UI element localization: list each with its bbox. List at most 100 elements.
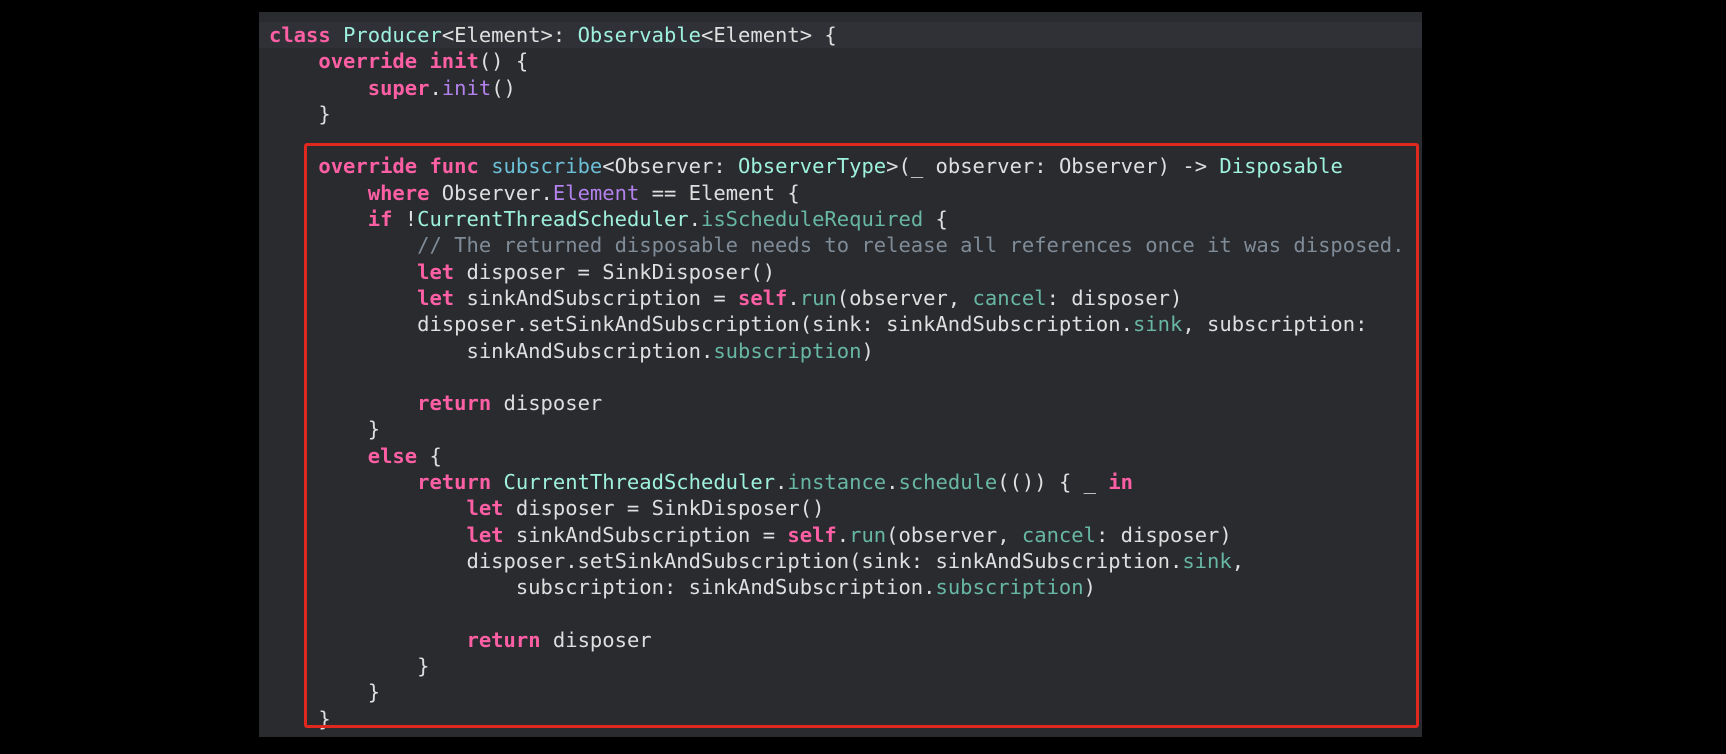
code-token: . <box>886 470 899 495</box>
code-line: let sinkAndSubscription = self.run(obser… <box>269 285 1404 311</box>
code-line: sinkAndSubscription.subscription) <box>269 338 1404 364</box>
code-line: } <box>269 679 1404 705</box>
code-token: sinkAndSubscription = <box>454 285 739 310</box>
code-token: sink <box>1132 312 1183 337</box>
code-token: if <box>367 207 393 232</box>
code-token: sink <box>1182 548 1232 573</box>
code-token: (observer, <box>886 522 1022 547</box>
code-line: where Observer.Element == Element { <box>269 180 1404 206</box>
code-line: disposer.setSinkAndSubscription(sink: si… <box>269 311 1404 337</box>
code-token: run <box>849 522 887 547</box>
code-line: } <box>269 706 1404 732</box>
code-token: . <box>688 207 701 232</box>
code-token: . <box>787 285 800 310</box>
code-token: ! <box>392 207 418 232</box>
code-editor: class Producer<Element>: Observable<Elem… <box>259 12 1422 737</box>
code-token: return <box>466 627 541 652</box>
code-token: // The returned disposable needs to rele… <box>417 233 1405 258</box>
code-token: ) <box>1083 575 1096 600</box>
code-token: return <box>417 470 492 495</box>
code-token: let <box>417 259 455 284</box>
code-token: disposer = SinkDisposer() <box>503 496 825 521</box>
code-token: , <box>1231 548 1245 573</box>
code-line: return disposer <box>269 390 1404 416</box>
code-line: if !CurrentThreadScheduler.isScheduleReq… <box>269 206 1404 232</box>
code-token: } <box>269 680 381 705</box>
code-token: ObserverType <box>738 154 887 179</box>
code-token: cancel <box>1021 522 1096 547</box>
code-token: <Element> { <box>701 23 837 47</box>
code-token: (observer, <box>836 285 973 310</box>
code-line: } <box>269 416 1404 442</box>
code-token: disposer.setSinkAndSubscription(sink: si… <box>269 548 1183 573</box>
code-line: super.init() <box>269 75 1404 101</box>
code-token: CurrentThreadScheduler <box>417 207 689 232</box>
code-token: <Observer: <box>602 154 739 179</box>
code-token: CurrentThreadScheduler <box>503 470 776 495</box>
code-token: subscription <box>713 338 862 363</box>
code-token: override <box>318 154 418 179</box>
code-token: ) <box>861 338 874 363</box>
code-token: subscription <box>935 575 1084 600</box>
code-line: override init() { <box>269 48 1404 74</box>
code-token: () <box>491 75 516 100</box>
code-token: isScheduleRequired <box>701 207 924 232</box>
code-token: == Element { <box>639 180 800 205</box>
code-token: disposer <box>540 627 652 652</box>
code-token: sinkAndSubscription = <box>503 522 788 547</box>
code-token: , subscription: <box>1182 312 1368 337</box>
code-line: disposer.setSinkAndSubscription(sink: si… <box>269 548 1404 574</box>
code-line: class Producer<Element>: Observable<Elem… <box>269 22 1404 48</box>
code-token: >(_ observer: Observer) -> <box>886 154 1220 179</box>
code-line: return CurrentThreadScheduler.instance.s… <box>269 469 1404 495</box>
code-token: } <box>269 654 430 679</box>
code-token: override <box>318 49 418 74</box>
code-token: disposer.setSinkAndSubscription(sink: si… <box>269 312 1133 337</box>
code-token: () { <box>478 49 529 74</box>
code-token: } <box>269 417 381 442</box>
code-line: // The returned disposable needs to rele… <box>269 232 1404 258</box>
code-token: run <box>799 285 837 310</box>
code-line: let disposer = SinkDisposer() <box>269 495 1404 521</box>
code-token: { <box>417 443 442 468</box>
code-token: init <box>429 49 479 74</box>
code-token: Element <box>552 180 640 205</box>
code-line: else { <box>269 443 1404 469</box>
code-token: . <box>429 75 442 100</box>
code-token: else <box>367 443 418 468</box>
code-token: : disposer) <box>1095 522 1232 547</box>
code-token: let <box>417 285 455 310</box>
code-token: disposer = SinkDisposer() <box>454 259 776 284</box>
screenshot-stage: class Producer<Element>: Observable<Elem… <box>0 0 1726 754</box>
code-line: override func subscribe<Observer: Observ… <box>269 153 1404 179</box>
code-token: super <box>367 75 430 100</box>
code-token: (()) { _ <box>997 470 1109 495</box>
code-token: Producer <box>343 23 442 47</box>
code-token: instance <box>787 470 887 495</box>
code-token: } <box>269 101 331 126</box>
code-token: let <box>466 522 504 547</box>
code-token: . <box>836 522 850 547</box>
code-token: class <box>269 23 331 47</box>
code-token: let <box>466 496 504 521</box>
